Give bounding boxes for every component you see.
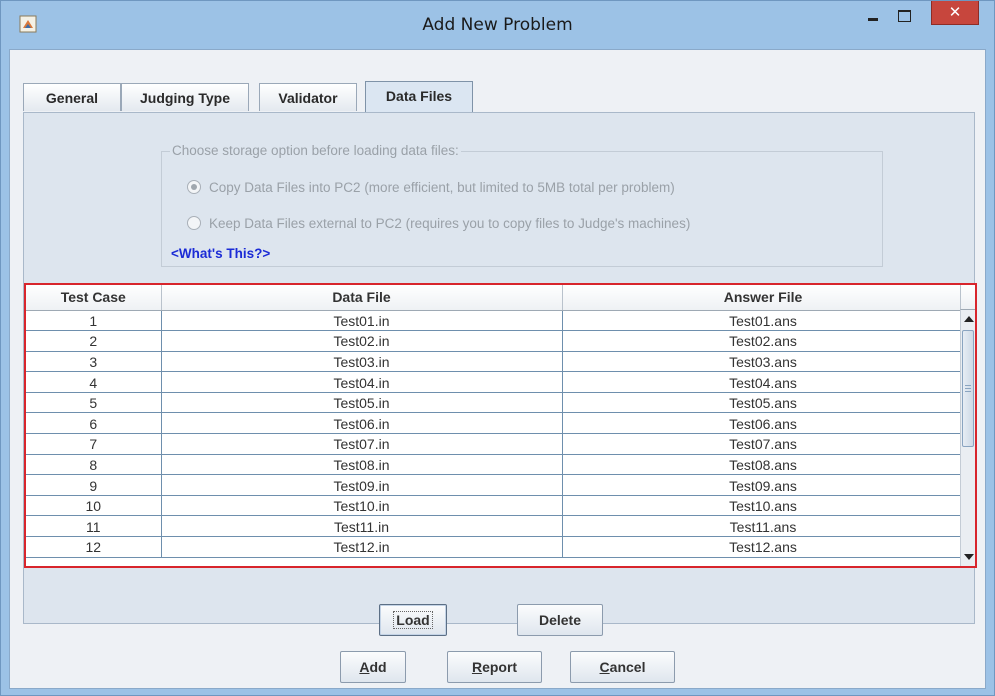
test-case-cell[interactable]: 1 xyxy=(26,310,162,332)
answer-file-cell[interactable]: Test12.ans xyxy=(562,536,965,558)
radio-unselected-icon[interactable] xyxy=(187,216,201,230)
keep-external-option[interactable]: Keep Data Files external to PC2 (require… xyxy=(187,213,690,233)
storage-group-title: Choose storage option before loading dat… xyxy=(170,143,461,158)
test-case-cell[interactable]: 10 xyxy=(26,495,162,517)
answer-file-cell[interactable]: Test01.ans xyxy=(562,310,965,332)
storage-option-group: Choose storage option before loading dat… xyxy=(161,143,883,267)
table-row[interactable]: 11 Test11.in Test11.ans xyxy=(26,515,965,538)
test-case-cell[interactable]: 4 xyxy=(26,371,162,393)
vertical-scrollbar[interactable] xyxy=(960,310,975,566)
answer-file-cell[interactable]: Test06.ans xyxy=(562,412,965,435)
dialog-content: General Judging Type Validator Data File… xyxy=(9,49,986,689)
minimize-icon[interactable] xyxy=(859,5,889,27)
table-header-corner xyxy=(960,285,975,310)
report-button[interactable]: Report xyxy=(447,651,542,683)
add-new-problem-dialog: Add New Problem ✕ General Judging Type V… xyxy=(0,0,995,696)
data-files-table: Test Case Data File Answer File 1 Test01.… xyxy=(24,283,977,568)
radio-selected-icon[interactable] xyxy=(187,180,201,194)
tab-label: General xyxy=(45,90,99,106)
test-case-cell[interactable]: 11 xyxy=(26,515,162,538)
table-row[interactable]: 10 Test10.in Test10.ans xyxy=(26,495,965,517)
answer-file-cell[interactable]: Test09.ans xyxy=(562,474,965,496)
copy-data-files-label: Copy Data Files into PC2 (more efficient… xyxy=(209,179,675,195)
tab-general[interactable]: General xyxy=(23,83,121,111)
copy-data-files-option[interactable]: Copy Data Files into PC2 (more efficient… xyxy=(187,177,675,197)
thumb-grip xyxy=(965,388,971,389)
table-row[interactable]: 7 Test07.in Test07.ans xyxy=(26,433,965,455)
table-row[interactable]: 5 Test05.in Test05.ans xyxy=(26,392,965,414)
table-row[interactable]: 1 Test01.in Test01.ans xyxy=(26,310,965,332)
add-button[interactable]: Add xyxy=(340,651,406,683)
test-case-cell[interactable]: 2 xyxy=(26,330,162,352)
table-row[interactable]: 3 Test03.in Test03.ans xyxy=(26,351,965,373)
load-button-label: Load xyxy=(393,611,433,629)
column-header-test-case[interactable]: Test Case xyxy=(26,285,162,311)
data-file-cell[interactable]: Test12.in xyxy=(161,536,563,558)
data-file-cell[interactable]: Test08.in xyxy=(161,454,563,476)
tab-validator[interactable]: Validator xyxy=(259,83,357,111)
data-files-panel: Choose storage option before loading dat… xyxy=(23,112,977,636)
answer-file-cell[interactable]: Test02.ans xyxy=(562,330,965,352)
scroll-down-arrow-icon[interactable] xyxy=(964,554,974,560)
close-icon[interactable]: ✕ xyxy=(931,1,979,25)
data-file-cell[interactable]: Test07.in xyxy=(161,433,563,455)
scrollbar-thumb[interactable] xyxy=(962,330,974,447)
data-file-cell[interactable]: Test02.in xyxy=(161,330,563,352)
test-case-cell[interactable]: 6 xyxy=(26,412,162,435)
tab-data-files[interactable]: Data Files xyxy=(365,81,473,113)
test-case-cell[interactable]: 3 xyxy=(26,351,162,373)
report-label: eport xyxy=(482,659,518,675)
cancel-button[interactable]: Cancel xyxy=(570,651,675,683)
cancel-mnemonic: C xyxy=(599,659,610,675)
delete-button[interactable]: Delete xyxy=(517,604,603,636)
data-file-cell[interactable]: Test05.in xyxy=(161,392,563,414)
add-label: dd xyxy=(369,659,387,675)
answer-file-cell[interactable]: Test05.ans xyxy=(562,392,965,414)
table-row[interactable]: 2 Test02.in Test02.ans xyxy=(26,330,965,352)
tab-label: Judging Type xyxy=(140,90,230,106)
whats-this-link[interactable]: <What's This?> xyxy=(171,246,270,261)
tab-label: Data Files xyxy=(385,88,453,104)
test-case-cell[interactable]: 7 xyxy=(26,433,162,455)
delete-button-label: Delete xyxy=(538,612,582,628)
add-mnemonic: A xyxy=(359,659,370,675)
answer-file-cell[interactable]: Test11.ans xyxy=(562,515,965,538)
column-header-answer-file[interactable]: Answer File xyxy=(562,285,965,311)
data-file-cell[interactable]: Test09.in xyxy=(161,474,563,496)
data-file-cell[interactable]: Test10.in xyxy=(161,495,563,517)
data-file-cell[interactable]: Test06.in xyxy=(161,412,563,435)
data-file-cell[interactable]: Test04.in xyxy=(161,371,563,393)
answer-file-cell[interactable]: Test03.ans xyxy=(562,351,965,373)
test-case-cell[interactable]: 5 xyxy=(26,392,162,414)
keep-external-label: Keep Data Files external to PC2 (require… xyxy=(209,215,691,231)
window-title: Add New Problem xyxy=(422,15,573,35)
thumb-grip xyxy=(965,385,971,386)
table-row[interactable]: 4 Test04.in Test04.ans xyxy=(26,371,965,393)
test-case-cell[interactable]: 8 xyxy=(26,454,162,476)
test-case-cell[interactable]: 9 xyxy=(26,474,162,496)
answer-file-cell[interactable]: Test08.ans xyxy=(562,454,965,476)
table-row[interactable]: 9 Test09.in Test09.ans xyxy=(26,474,965,496)
title-bar[interactable]: Add New Problem ✕ xyxy=(1,1,994,49)
table-row[interactable]: 6 Test06.in Test06.ans xyxy=(26,412,965,435)
data-file-cell[interactable]: Test11.in xyxy=(161,515,563,538)
maximize-icon[interactable] xyxy=(889,5,919,27)
tab-label: Validator xyxy=(278,90,338,106)
answer-file-cell[interactable]: Test04.ans xyxy=(562,371,965,393)
scroll-up-arrow-icon[interactable] xyxy=(964,316,974,322)
data-file-cell[interactable]: Test01.in xyxy=(161,310,563,332)
report-mnemonic: R xyxy=(471,659,483,675)
test-case-cell[interactable]: 12 xyxy=(26,536,162,558)
answer-file-cell[interactable]: Test10.ans xyxy=(562,495,965,517)
load-button[interactable]: Load xyxy=(379,604,447,636)
data-file-cell[interactable]: Test03.in xyxy=(161,351,563,373)
answer-file-cell[interactable]: Test07.ans xyxy=(562,433,965,455)
table-row[interactable]: 12 Test12.in Test12.ans xyxy=(26,536,965,558)
table-row[interactable]: 8 Test08.in Test08.ans xyxy=(26,454,965,476)
thumb-grip xyxy=(965,391,971,392)
tab-judging-type[interactable]: Judging Type xyxy=(121,83,249,111)
cancel-label: ancel xyxy=(609,659,646,675)
column-header-data-file[interactable]: Data File xyxy=(161,285,563,311)
